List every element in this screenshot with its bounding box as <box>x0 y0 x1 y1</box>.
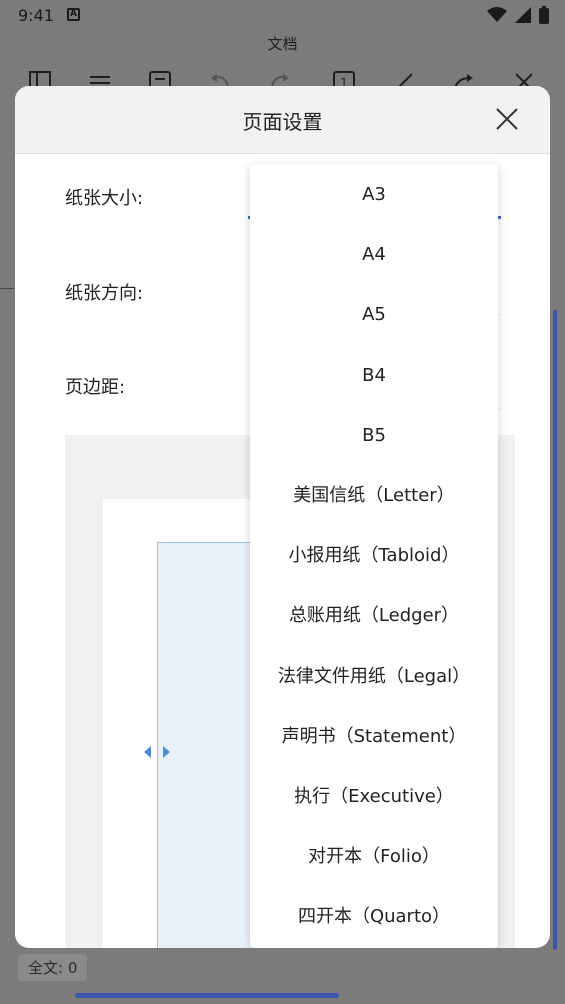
margins-label: 页边距: <box>65 377 126 398</box>
dropdown-option[interactable]: 四开本（Quarto） <box>250 887 498 947</box>
dropdown-option[interactable]: B5 <box>250 406 498 466</box>
app-title: 文档 <box>267 35 298 53</box>
dropdown-option[interactable]: 执行（Executive） <box>250 767 498 827</box>
wifi-icon <box>487 7 507 22</box>
status-bar: 9:41 A <box>0 0 565 32</box>
dialog-title: 页面设置 <box>242 110 323 134</box>
dropdown-option[interactable]: 法律文件用纸（Legal） <box>250 647 498 707</box>
dropdown-option[interactable]: A4 <box>250 225 498 285</box>
dropdown-option[interactable]: B4 <box>250 346 498 406</box>
dropdown-option[interactable]: 小报用纸（Tabloid） <box>250 526 498 586</box>
dropdown-option[interactable]: 对开本（Folio） <box>250 827 498 887</box>
page-setup-dialog: 页面设置 纸张大小: 纸张方向: 页边距: A3 A4 A5 B4 B5 美国信纸（Let… <box>15 86 550 948</box>
system-icons <box>487 6 549 24</box>
dropdown-option[interactable]: 美国信纸（Letter） <box>250 466 498 526</box>
word-count: 全文: 0 <box>18 954 88 981</box>
paper-size-dropdown: A3 A4 A5 B4 B5 美国信纸（Letter） 小报用纸（Tabloid） 总账用纸（… <box>250 164 498 948</box>
notification-a-icon: A <box>67 8 80 21</box>
battery-icon <box>539 6 549 24</box>
dropdown-option[interactable]: A5 <box>250 285 498 345</box>
close-icon[interactable] <box>494 106 520 132</box>
signal-icon <box>515 7 531 23</box>
margin-right-arrow-icon[interactable] <box>163 746 170 758</box>
scrollbar[interactable] <box>553 310 557 950</box>
margin-left-arrow-icon[interactable] <box>144 746 151 758</box>
home-indicator[interactable] <box>75 993 339 998</box>
dropdown-option[interactable]: 声明书（Statement） <box>250 707 498 767</box>
dropdown-option[interactable]: 总账用纸（Ledger） <box>250 586 498 646</box>
status-time: 9:41 <box>18 6 54 25</box>
dialog-header: 页面设置 <box>15 86 550 154</box>
dropdown-option[interactable]: A3 <box>250 165 498 225</box>
paper-size-accent-right <box>498 216 501 219</box>
paper-size-label: 纸张大小: <box>65 188 144 209</box>
divider <box>0 288 14 289</box>
orientation-label: 纸张方向: <box>65 283 144 304</box>
